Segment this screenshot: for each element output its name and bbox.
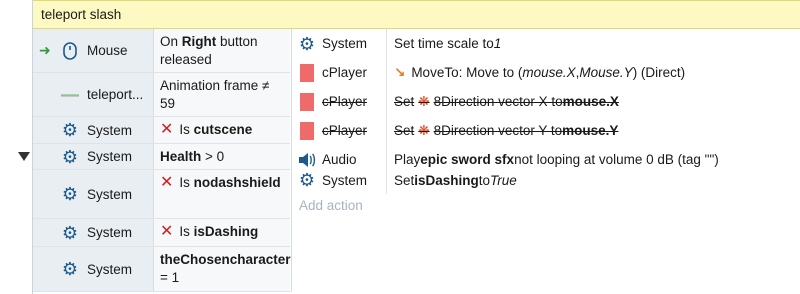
action-text: Set time scale to 1 bbox=[394, 36, 502, 51]
trigger-arrow-icon: ➜ bbox=[39, 42, 51, 58]
condition-text: On Right button released bbox=[154, 29, 290, 72]
condition-row[interactable]: ⚙ System ✕ Is cutscene bbox=[33, 117, 290, 144]
action-text: Play epic sword sfx not looping at volum… bbox=[394, 152, 719, 167]
group-title[interactable]: teleport slash bbox=[33, 0, 800, 29]
condition-row[interactable]: ⚙ System ✕ Is nodashshield bbox=[33, 170, 290, 219]
sprite-line-icon bbox=[61, 86, 79, 104]
condition-text: ✕ Is nodashshield bbox=[154, 170, 290, 218]
action-text: Set ❋ 8Direction vector X to mouse.X bbox=[394, 93, 619, 110]
gear-icon: ⚙ bbox=[61, 222, 79, 243]
conditions-column: ➜ Mouse On Right button released telepor… bbox=[33, 29, 291, 292]
condition-row[interactable]: teleport... Animation frame ≠ 59 bbox=[33, 73, 290, 117]
condition-text: ✕ Is isDashing bbox=[154, 219, 290, 246]
condition-row[interactable]: ➜ Mouse On Right button released bbox=[33, 29, 290, 73]
gear-icon: ⚙ bbox=[61, 120, 79, 140]
action-row[interactable]: ⚙ System Set time scale to 1 bbox=[292, 29, 800, 58]
action-row-disabled[interactable]: cPlayer Set ❋ 8Direction vector Y to mous… bbox=[292, 116, 800, 145]
action-text: ↘ MoveTo: Move to (mouse.X, Mouse.Y) (Dir… bbox=[394, 64, 686, 81]
condition-text: Health > 0 bbox=[154, 144, 290, 169]
action-text: Set isDashing to True bbox=[394, 172, 517, 188]
mouse-icon bbox=[61, 41, 79, 60]
gear-icon: ⚙ bbox=[298, 170, 316, 190]
condition-object: System bbox=[87, 122, 133, 138]
collapse-arrow-icon[interactable] bbox=[18, 152, 30, 161]
condition-row[interactable]: ⚙ System theChosencharacter = 1 bbox=[33, 247, 291, 292]
event-group: teleport slash ➜ Mouse On Right button r… bbox=[32, 0, 800, 294]
action-row[interactable]: cPlayer ↘ MoveTo: Move to (mouse.X, Mouse… bbox=[292, 58, 800, 87]
condition-row[interactable]: ⚙ System Health > 0 bbox=[33, 144, 290, 170]
sprite-icon bbox=[298, 121, 316, 140]
sprite-icon bbox=[298, 92, 316, 111]
gear-icon: ⚙ bbox=[298, 33, 316, 54]
action-object: System bbox=[322, 172, 368, 188]
condition-object: System bbox=[87, 225, 133, 240]
add-action-row[interactable]: Add action bbox=[292, 193, 800, 217]
condition-text: theChosencharacter = 1 bbox=[154, 247, 291, 291]
condition-text: Animation frame ≠ 59 bbox=[154, 73, 290, 116]
action-object: cPlayer bbox=[322, 65, 368, 80]
sprite-icon bbox=[298, 63, 316, 82]
condition-object: System bbox=[87, 261, 133, 277]
action-object: cPlayer bbox=[322, 94, 368, 109]
gear-icon: ⚙ bbox=[61, 184, 79, 204]
action-object: cPlayer bbox=[322, 123, 368, 138]
add-action-link[interactable]: Add action bbox=[292, 198, 363, 213]
condition-row[interactable]: ⚙ System ✕ Is isDashing bbox=[33, 219, 290, 247]
condition-object: System bbox=[87, 149, 133, 164]
condition-object: Mouse bbox=[87, 43, 128, 58]
action-object: Audio bbox=[322, 152, 357, 167]
gear-icon: ⚙ bbox=[61, 259, 79, 279]
action-row[interactable]: ⚙ System Set isDashing to True bbox=[292, 166, 800, 194]
gear-icon: ⚙ bbox=[61, 146, 79, 167]
condition-object: teleport... bbox=[87, 87, 144, 102]
action-row-disabled[interactable]: cPlayer Set ❋ 8Direction vector X to mous… bbox=[292, 87, 800, 116]
condition-text: ✕ Is cutscene bbox=[154, 117, 290, 143]
condition-object: System bbox=[87, 186, 133, 202]
action-text: Set ❋ 8Direction vector Y to mouse.Y bbox=[394, 122, 619, 139]
actions-column: ⚙ System Set time scale to 1 cPlayer ↘ Mo… bbox=[291, 29, 800, 292]
action-object: System bbox=[322, 36, 368, 51]
